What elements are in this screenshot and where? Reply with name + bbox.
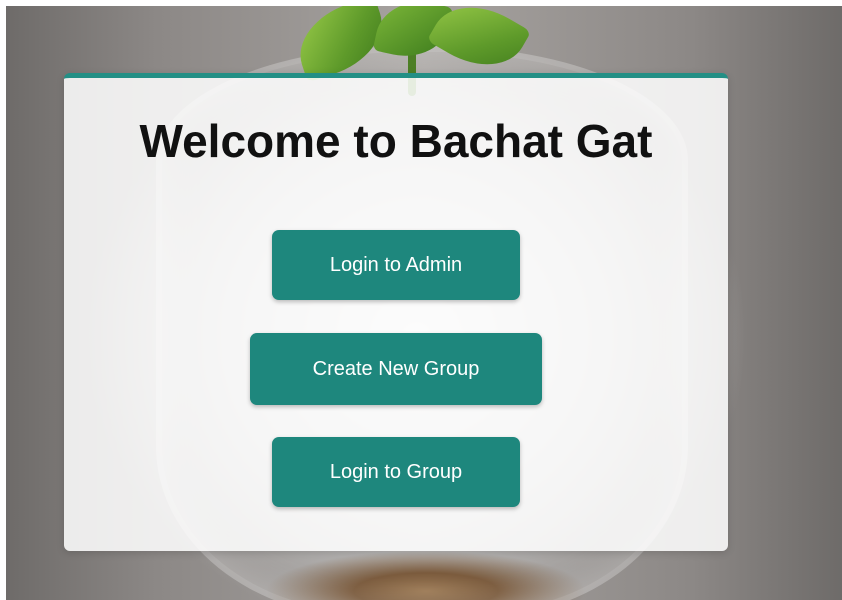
page: Welcome to Bachat Gat Login to Admin Cre… — [0, 0, 842, 600]
login-group-button[interactable]: Login to Group — [272, 437, 520, 507]
page-title: Welcome to Bachat Gat — [139, 115, 653, 167]
login-admin-button[interactable]: Login to Admin — [272, 230, 520, 300]
welcome-card: Welcome to Bachat Gat Login to Admin Cre… — [64, 73, 728, 551]
create-new-group-button[interactable]: Create New Group — [250, 333, 542, 405]
